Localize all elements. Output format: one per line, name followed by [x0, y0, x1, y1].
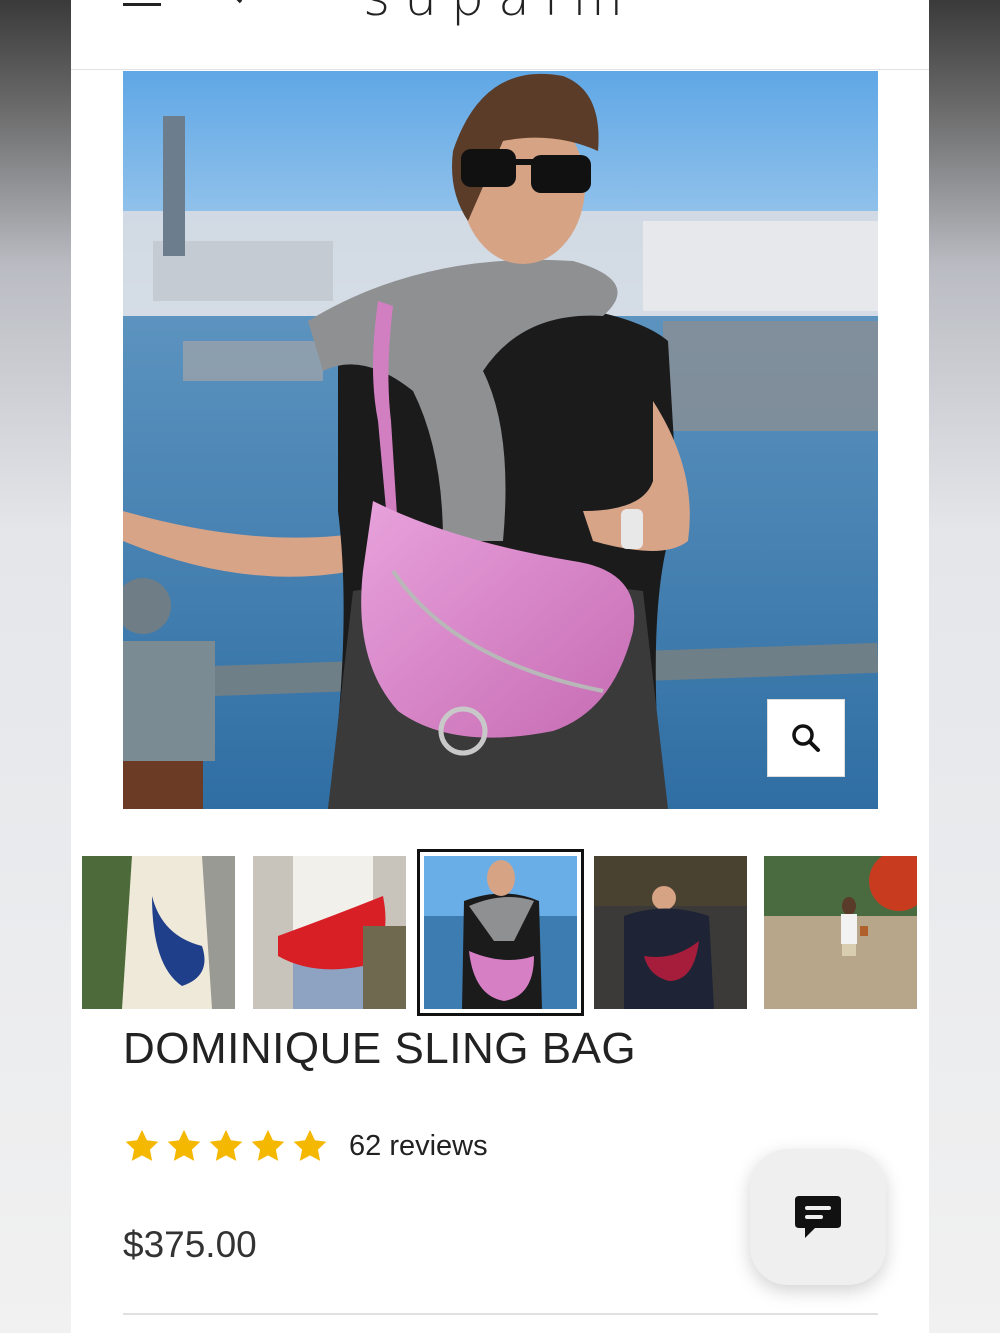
- reviews-link[interactable]: 62 reviews: [349, 1130, 488, 1163]
- thumbnail-image: [253, 856, 406, 1009]
- star-icon: [209, 1129, 243, 1161]
- star-icon: [125, 1129, 159, 1161]
- product-rating[interactable]: 62 reviews: [123, 1124, 488, 1168]
- star-icon: [251, 1129, 285, 1161]
- product-price: $375.00: [123, 1224, 257, 1265]
- star-icon: [293, 1129, 327, 1161]
- rating-stars: [123, 1127, 329, 1165]
- shopping-bag-icon[interactable]: [833, 0, 881, 18]
- thumbnail-red-bag[interactable]: [253, 856, 406, 1009]
- product-photo: [123, 71, 878, 809]
- thumbnail-image: [82, 856, 235, 1009]
- chat-button[interactable]: [750, 1149, 886, 1285]
- thumbnail-strip: [82, 849, 929, 1016]
- site-header: supalm: [71, 0, 929, 70]
- main-product-image[interactable]: [123, 71, 878, 809]
- thumbnail-image: [764, 856, 917, 1009]
- divider: [123, 1313, 878, 1315]
- chat-message-icon: [795, 1196, 841, 1238]
- star-icon: [167, 1129, 201, 1161]
- product-title: DOMINIQUE SLING BAG: [123, 1024, 637, 1073]
- thumbnail-navy-bag[interactable]: [82, 856, 235, 1009]
- thumbnail-tan-bag[interactable]: [764, 856, 917, 1009]
- thumbnail-image: [424, 856, 577, 1009]
- product-page: supalm: [71, 0, 929, 1333]
- zoom-button[interactable]: [767, 699, 845, 777]
- zoom-search-icon: [792, 724, 820, 752]
- thumbnail-burgundy-bag[interactable]: [594, 856, 747, 1009]
- thumbnail-pink-bag[interactable]: [417, 849, 584, 1016]
- site-logo[interactable]: supalm: [71, 0, 929, 28]
- thumbnail-image: [594, 856, 747, 1009]
